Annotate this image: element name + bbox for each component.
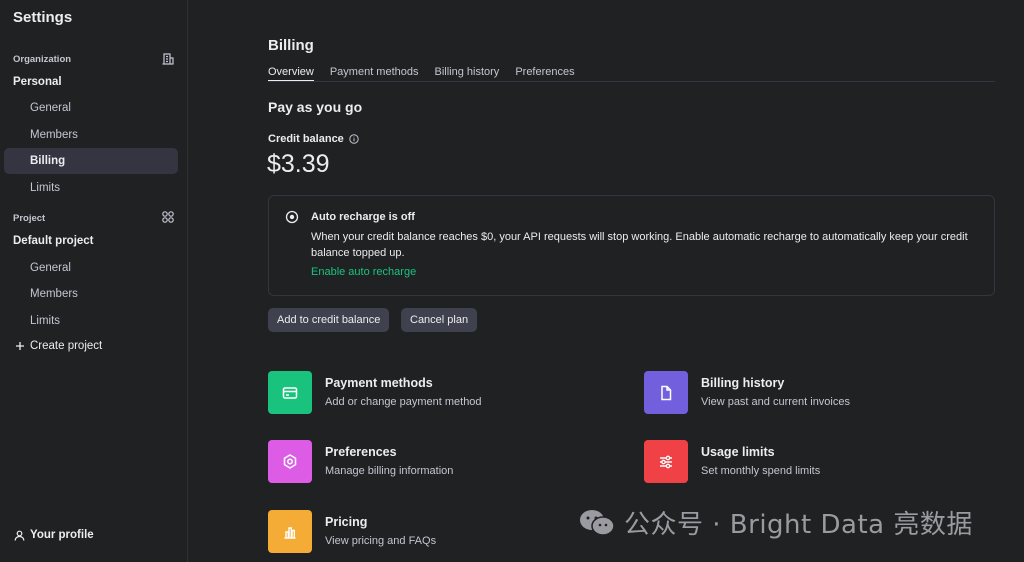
your-profile-label: Your profile	[30, 529, 94, 541]
sidebar-item-billing[interactable]: Billing	[4, 148, 178, 174]
card-desc: Manage billing information	[325, 465, 454, 477]
sidebar-item-org-limits[interactable]: Limits	[4, 175, 178, 201]
card-title: Billing history	[701, 376, 785, 390]
tab-overview[interactable]: Overview	[268, 66, 314, 81]
card-billing-history[interactable]: Billing history View past and current in…	[644, 371, 850, 414]
sidebar-item-project-limits[interactable]: Limits	[4, 308, 178, 334]
your-profile-button[interactable]: Your profile	[14, 529, 94, 541]
billing-main: Billing Overview Payment methods Billing…	[267, 0, 996, 562]
card-desc: View past and current invoices	[701, 396, 850, 408]
sidebar-item-org-general[interactable]: General	[4, 95, 178, 121]
app-window: Settings Organization Personal General M…	[0, 0, 1024, 562]
sidebar-title: Settings	[13, 9, 73, 26]
card-title: Usage limits	[701, 445, 775, 459]
sidebar-item-project-general[interactable]: General	[4, 255, 178, 281]
cancel-plan-button[interactable]: Cancel plan	[401, 308, 478, 332]
enable-auto-recharge-link[interactable]: Enable auto recharge	[311, 266, 416, 278]
card-usage-limits[interactable]: Usage limits Set monthly spend limits	[644, 440, 820, 483]
card-desc: Add or change payment method	[325, 396, 482, 408]
building-icon[interactable]	[161, 52, 175, 66]
user-icon	[14, 530, 25, 541]
create-project-button[interactable]: Create project	[15, 340, 102, 352]
organization-name: Personal	[13, 76, 62, 88]
sidebar-item-project-members[interactable]: Members	[4, 281, 178, 307]
page-title: Billing	[268, 37, 314, 54]
credit-balance-label: Credit balance	[268, 133, 344, 145]
tab-preferences[interactable]: Preferences	[515, 66, 574, 81]
credit-balance-value: $3.39	[267, 150, 330, 178]
organization-section-label: Organization	[13, 54, 72, 65]
card-pricing[interactable]: Pricing View pricing and FAQs	[268, 510, 436, 553]
radio-off-icon	[285, 210, 299, 224]
watermark-text: 公众号 · Bright Data 亮数据	[624, 510, 973, 540]
watermark: 公众号 · Bright Data 亮数据	[578, 504, 973, 541]
notice-title: Auto recharge is off	[311, 211, 415, 223]
card-desc: View pricing and FAQs	[325, 535, 437, 547]
bar-chart-icon	[268, 510, 312, 553]
tab-billing-history[interactable]: Billing history	[435, 66, 500, 81]
auto-recharge-notice: Auto recharge is off When your credit ba…	[268, 195, 995, 296]
billing-tabs: Overview Payment methods Billing history…	[268, 66, 995, 82]
notice-text: When your credit balance reaches $0, you…	[311, 231, 968, 259]
sidebar-item-org-members[interactable]: Members	[4, 122, 178, 148]
sliders-icon	[644, 440, 688, 483]
grid-icon[interactable]	[161, 210, 175, 224]
settings-sidebar: Settings Organization Personal General M…	[0, 0, 188, 562]
add-credit-button[interactable]: Add to credit balance	[268, 308, 390, 332]
card-payment-methods[interactable]: Payment methods Add or change payment me…	[268, 371, 482, 414]
document-icon	[644, 371, 688, 414]
create-project-label: Create project	[30, 340, 103, 352]
gear-icon	[268, 440, 312, 483]
plus-icon	[16, 342, 24, 350]
card-title: Payment methods	[325, 376, 433, 390]
card-title: Preferences	[325, 445, 397, 459]
wechat-icon	[580, 509, 615, 536]
card-title: Pricing	[325, 515, 368, 529]
project-name: Default project	[13, 235, 94, 247]
project-section-label: Project	[13, 213, 46, 224]
card-desc: Set monthly spend limits	[701, 465, 821, 477]
info-icon[interactable]	[349, 134, 359, 144]
tab-payment-methods[interactable]: Payment methods	[330, 66, 419, 81]
credit-card-icon	[268, 371, 312, 414]
credit-balance-label-row: Credit balance	[268, 133, 359, 145]
section-title: Pay as you go	[268, 99, 363, 115]
card-preferences[interactable]: Preferences Manage billing information	[268, 440, 453, 483]
